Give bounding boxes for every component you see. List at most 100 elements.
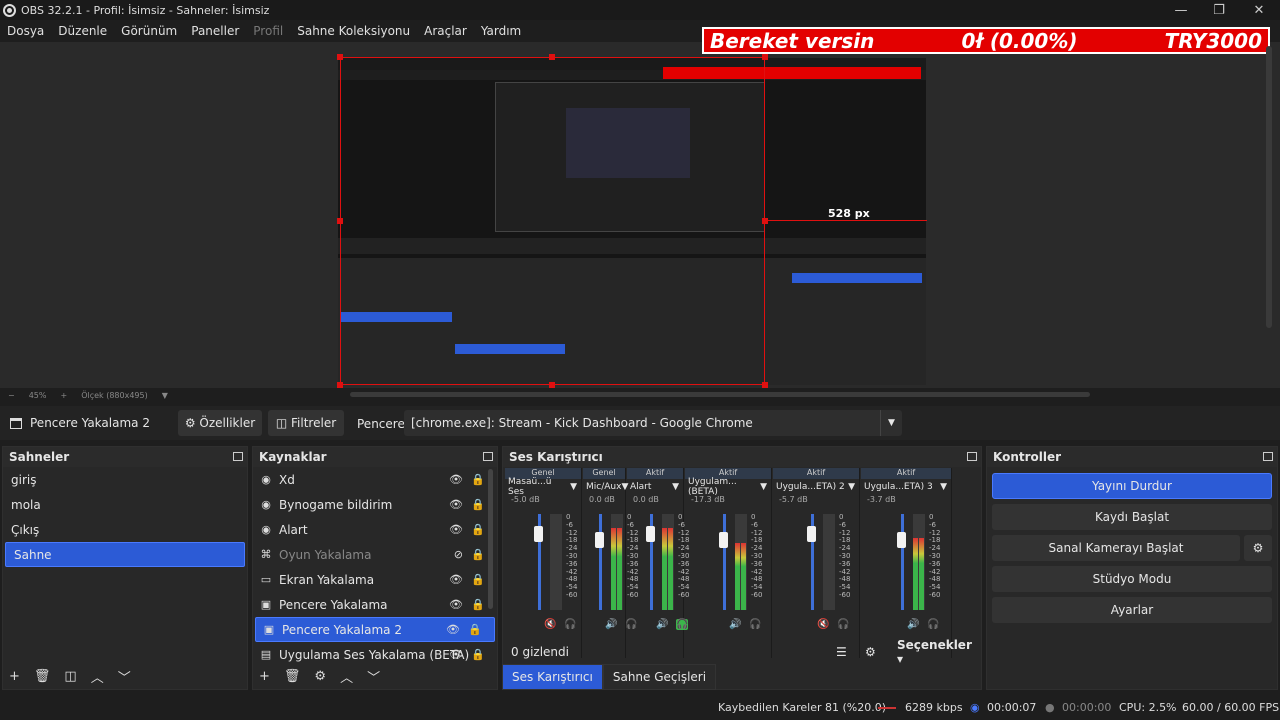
fader-knob[interactable]	[534, 526, 543, 542]
lock-icon[interactable]: 🔒	[471, 523, 485, 536]
scene-item-giris[interactable]: giriş	[3, 467, 247, 492]
monitor-icon[interactable]: 🎧	[837, 619, 849, 630]
fader-knob[interactable]	[646, 526, 655, 542]
eye-icon[interactable]: 👁	[446, 623, 460, 636]
filters-button[interactable]: ◫ Filtreler	[268, 410, 344, 436]
scale-dropdown-icon[interactable]: ▼	[162, 391, 168, 400]
add-icon[interactable]: +	[9, 669, 20, 684]
float-dock-icon[interactable]	[1263, 452, 1273, 461]
channel-name-menu[interactable]: Alart ▼	[627, 479, 683, 495]
volume-fader[interactable]	[599, 514, 602, 610]
source-item[interactable]: ▭ Ekran Yakalama 👁 🔒	[253, 567, 497, 592]
preview-area[interactable]: 528 px	[0, 42, 1280, 388]
mute-icon[interactable]: 🔇	[544, 619, 556, 630]
scene-item-mola[interactable]: mola	[3, 492, 247, 517]
window-select[interactable]: [chrome.exe]: Stream - Kick Dashboard - …	[404, 410, 902, 436]
eye-icon[interactable]: 👁	[449, 523, 463, 536]
sources-scrollbar[interactable]	[488, 469, 493, 609]
float-dock-icon[interactable]	[233, 452, 243, 461]
selected-source-bounds[interactable]	[340, 57, 765, 385]
filter-icon[interactable]: ◫	[64, 669, 76, 684]
fader-knob[interactable]	[719, 532, 728, 548]
mute-icon[interactable]: 🔊	[907, 619, 919, 630]
scene-item-cikis[interactable]: Çıkış	[3, 517, 247, 542]
eye-icon[interactable]: 👁	[449, 498, 463, 511]
channel-name-menu[interactable]: Mic/Aux ▼	[583, 479, 628, 495]
mute-icon[interactable]: 🔊	[656, 619, 668, 630]
move-up-icon[interactable]: ︿	[340, 667, 353, 686]
scene-item-sahne[interactable]: Sahne	[5, 542, 245, 567]
menu-profil[interactable]: Profil	[253, 24, 283, 38]
move-up-icon[interactable]: ︿	[91, 667, 104, 686]
menu-duzenle[interactable]: Düzenle	[58, 24, 107, 38]
monitor-icon[interactable]: 🎧	[927, 619, 939, 630]
source-item[interactable]: ▤ Uygulama Ses Yakalama (BETA) 👁 🔒	[253, 642, 497, 665]
resize-handle[interactable]	[762, 218, 768, 224]
resize-handle[interactable]	[549, 54, 555, 60]
lock-icon[interactable]: 🔒	[471, 598, 485, 611]
menu-paneller[interactable]: Paneller	[191, 24, 239, 38]
trash-icon[interactable]: 🗑	[284, 669, 301, 684]
lock-icon[interactable]: 🔒	[471, 498, 485, 511]
menu-dosya[interactable]: Dosya	[7, 24, 44, 38]
fader-knob[interactable]	[595, 532, 604, 548]
studio-mode-button[interactable]: Stüdyo Modu	[992, 566, 1272, 592]
source-item-selected[interactable]: ▣ Pencere Yakalama 2 👁 🔒	[255, 617, 495, 642]
menu-sahne-koleksiyonu[interactable]: Sahne Koleksiyonu	[297, 24, 410, 38]
channel-name-menu[interactable]: Uygulam... (BETA) ▼	[685, 477, 771, 497]
lock-icon[interactable]: 🔒	[471, 648, 485, 661]
monitor-icon[interactable]: 🎧	[749, 619, 761, 630]
mute-icon[interactable]: 🔊	[729, 619, 741, 630]
close-button[interactable]: ✕	[1240, 0, 1278, 20]
eye-icon[interactable]: 👁	[449, 598, 463, 611]
tab-scene-transitions[interactable]: Sahne Geçişleri	[602, 664, 717, 690]
properties-button[interactable]: ⚙ Özellikler	[178, 410, 262, 436]
source-item[interactable]: ◉ Alart 👁 🔒	[253, 517, 497, 542]
channel-name-menu[interactable]: Masaü...ü Ses ▼	[505, 477, 581, 497]
lock-icon[interactable]: 🔒	[471, 548, 485, 561]
gear-icon[interactable]: ⚙	[314, 669, 326, 684]
lock-icon[interactable]: 🔒	[471, 473, 485, 486]
preview-vertical-scrollbar[interactable]	[1266, 46, 1272, 328]
menu-yardim[interactable]: Yardım	[481, 24, 521, 38]
float-dock-icon[interactable]	[967, 452, 977, 461]
options-button[interactable]: Seçenekler ▾	[897, 638, 981, 666]
fader-knob[interactable]	[897, 532, 906, 548]
trash-icon[interactable]: 🗑	[34, 669, 51, 684]
menu-araclar[interactable]: Araçlar	[424, 24, 467, 38]
source-item[interactable]: ⌘ Oyun Yakalama ⊘ 🔒	[253, 542, 497, 567]
resize-handle[interactable]	[337, 218, 343, 224]
menu-gorunum[interactable]: Görünüm	[121, 24, 177, 38]
source-item[interactable]: ◉ Bynogame bildirim 👁 🔒	[253, 492, 497, 517]
move-down-icon[interactable]: ﹀	[118, 667, 131, 686]
stop-streaming-button[interactable]: Yayını Durdur	[992, 473, 1272, 499]
lock-icon[interactable]: 🔒	[468, 623, 482, 636]
preview-horizontal-scrollbar[interactable]	[350, 392, 1090, 397]
channel-name-menu[interactable]: Uygula...ETA) 2 ▼	[773, 479, 859, 495]
settings-button[interactable]: Ayarlar	[992, 597, 1272, 623]
virtual-camera-settings-icon[interactable]: ⚙	[1244, 535, 1272, 561]
volume-fader[interactable]	[901, 514, 904, 610]
fader-knob[interactable]	[807, 526, 816, 542]
float-dock-icon[interactable]	[483, 452, 493, 461]
source-item[interactable]: ▣ Pencere Yakalama 👁 🔒	[253, 592, 497, 617]
source-item[interactable]: ◉ Xd 👁 🔒	[253, 467, 497, 492]
maximize-button[interactable]: ❐	[1200, 0, 1238, 20]
resize-handle[interactable]	[762, 54, 768, 60]
volume-fader[interactable]	[723, 514, 726, 610]
add-icon[interactable]: +	[259, 669, 270, 684]
eye-icon[interactable]: 👁	[449, 473, 463, 486]
mute-icon[interactable]: 🔊	[605, 619, 617, 630]
zoom-in-button[interactable]: +	[60, 391, 67, 400]
channel-name-menu[interactable]: Uygula...ETA) 3 ▼	[861, 479, 951, 495]
list-layout-icon[interactable]: ☰	[836, 645, 847, 659]
tab-audio-mixer[interactable]: Ses Karıştırıcı	[502, 664, 603, 690]
mute-icon[interactable]: 🔇	[817, 619, 829, 630]
move-down-icon[interactable]: ﹀	[367, 667, 380, 686]
zoom-out-button[interactable]: −	[8, 391, 15, 400]
resize-handle[interactable]	[337, 54, 343, 60]
minimize-button[interactable]: —	[1162, 0, 1200, 20]
lock-icon[interactable]: 🔒	[471, 573, 485, 586]
eye-icon[interactable]: 👁	[449, 648, 463, 661]
start-recording-button[interactable]: Kaydı Başlat	[992, 504, 1272, 530]
